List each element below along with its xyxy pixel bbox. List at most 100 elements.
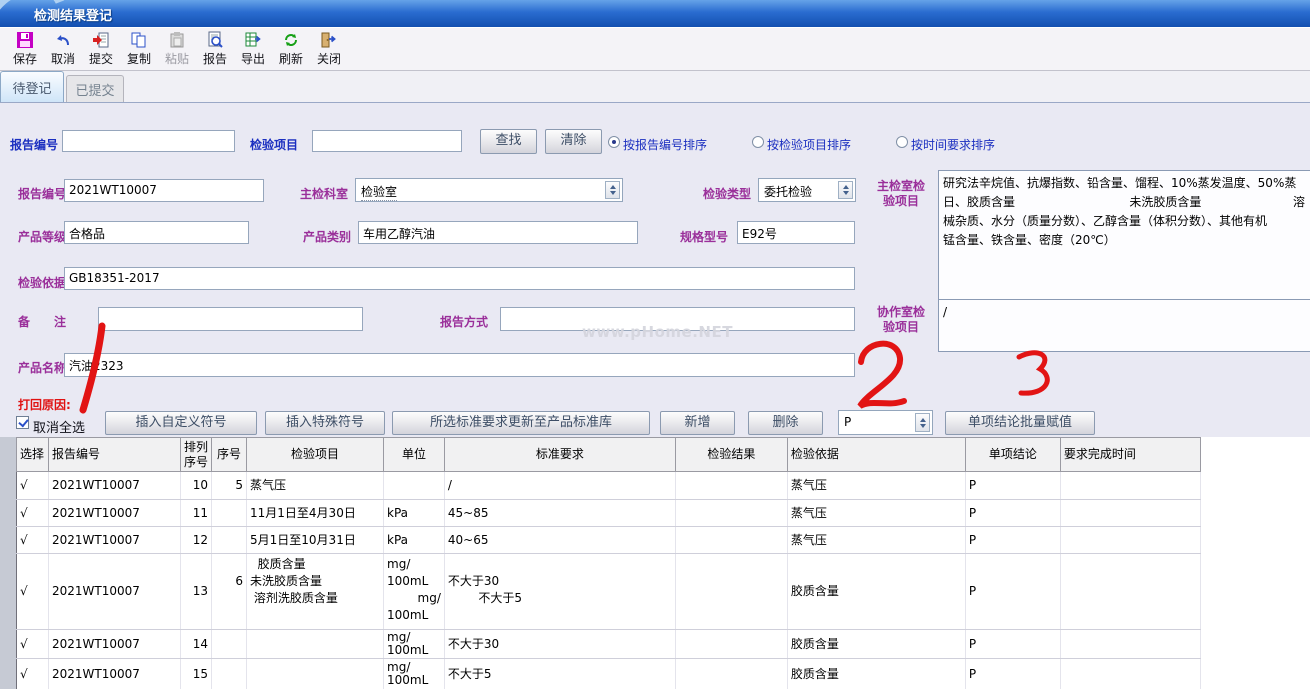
table-row[interactable]: √2021WT1000713 6 胶质含量 未洗胶质含量 溶剂洗胶质含量mg/ … [17,554,1201,630]
cell-report_no: 2021WT10007 [49,527,181,554]
spec-field[interactable]: E92号 [737,221,855,244]
table-body: √2021WT10007105蒸气压/蒸气压P√2021WT100071111月… [17,472,1201,689]
radio-sort-by-time[interactable] [896,136,908,148]
col-result[interactable]: 检验结果 [675,438,787,472]
cell-sel: √ [17,472,49,500]
search-item-label: 检验项目 [250,136,298,153]
copy-button[interactable]: 复制 [120,30,158,70]
col-requirement[interactable]: 标准要求 [444,438,675,472]
main-items-label: 主检室检 验项目 [868,179,934,209]
cell-due_time [1060,472,1200,500]
search-item-input[interactable] [312,130,462,152]
cell-unit: mg/ 100mL [384,630,445,659]
tab-submitted[interactable]: 已提交 [66,75,124,102]
col-basis[interactable]: 检验依据 [787,438,965,472]
product-name-field[interactable]: 汽油2323 [64,353,855,377]
cell-seq [212,630,247,659]
cell-due_time [1060,527,1200,554]
coop-items-label: 协作室检 验项目 [868,305,934,335]
insert-special-symbol-button[interactable]: 插入特殊符号 [265,411,385,435]
cell-sel: √ [17,500,49,527]
spec-label: 规格型号 [680,228,728,245]
delete-button[interactable]: 删除 [748,411,823,435]
col-unit[interactable]: 单位 [384,438,445,472]
export-button[interactable]: 导出 [234,30,272,70]
insp-type-label: 检验类型 [703,185,751,202]
spinner-icon[interactable] [838,181,853,199]
uncheck-all-checkbox[interactable] [16,416,29,429]
cell-unit: mg/ 100mL [384,659,445,689]
cell-report_no: 2021WT10007 [49,500,181,527]
cell-result [675,472,787,500]
radio-sort-by-report-no-label[interactable]: 按报告编号排序 [623,136,707,153]
col-order-no[interactable]: 排列 序号 [181,438,212,472]
cell-basis: 胶质含量 [787,659,965,689]
cell-result [675,630,787,659]
table-row[interactable]: √2021WT1000714mg/ 100mL不大于30胶质含量P [17,630,1201,659]
search-report-no-input[interactable] [62,130,235,152]
cell-item: 11月1日至4月30日 [247,500,384,527]
spinner-icon[interactable] [605,181,620,199]
insert-custom-symbol-button[interactable]: 插入自定义符号 [105,411,257,435]
cell-report_no: 2021WT10007 [49,659,181,689]
tab-pending[interactable]: 待登记 [0,71,64,102]
tabstrip: 待登记 已提交 [0,71,1310,103]
col-report-no[interactable]: 报告编号 [49,438,181,472]
dept-combo[interactable]: 检验室 [355,178,623,202]
cell-order_no: 10 [181,472,212,500]
close-button[interactable]: 关闭 [310,30,348,70]
col-seq[interactable]: 序号 [212,438,247,472]
clear-button[interactable]: 清除 [545,129,602,154]
refresh-button[interactable]: 刷新 [272,30,310,70]
radio-sort-by-item-label[interactable]: 按检验项目排序 [767,136,851,153]
toolbar-button-label: 关闭 [317,50,341,67]
main-items-textarea[interactable]: 研究法辛烷值、抗爆指数、铅含量、馏程、10%蒸发温度、50%蒸 日、胶质含量 未… [938,170,1310,300]
cell-requirement: 不大于30 [444,630,675,659]
batch-assign-button[interactable]: 单项结论批量赋值 [945,411,1095,435]
insp-type-combo[interactable]: 委托检验 [758,178,856,202]
col-conclusion[interactable]: 单项结论 [965,438,1060,472]
report-no-field[interactable]: 2021WT10007 [64,179,264,202]
find-button[interactable]: 查找 [480,129,537,154]
cell-due_time [1060,659,1200,689]
undo-button[interactable]: 取消 [44,30,82,70]
remark-field[interactable] [98,307,363,331]
grade-field[interactable]: 合格品 [64,221,249,244]
cell-conclusion: P [965,554,1060,630]
cell-item: 蒸气压 [247,472,384,500]
add-button[interactable]: 新增 [660,411,735,435]
table-row[interactable]: √2021WT10007125月1日至10月31日kPa40~65蒸气压P [17,527,1201,554]
spinner-icon[interactable] [915,413,930,432]
radio-sort-by-item[interactable] [752,136,764,148]
basis-field[interactable]: GB18351-2017 [64,267,855,290]
save-button[interactable]: 保存 [6,30,44,70]
cell-item [247,630,384,659]
dept-combo-value: 检验室 [361,183,397,201]
coop-items-textarea[interactable]: / [938,299,1310,352]
cell-unit [384,472,445,500]
cell-sel: √ [17,659,49,689]
submit-document-icon [92,31,110,49]
cell-order_no: 15 [181,659,212,689]
report-button[interactable]: 报告 [196,30,234,70]
report-no-label: 报告编号 [18,185,66,202]
col-due-time[interactable]: 要求完成时间 [1060,438,1200,472]
product-name-label: 产品名称 [18,359,66,376]
col-item[interactable]: 检验项目 [247,438,384,472]
col-select[interactable]: 选择 [17,438,49,472]
update-standard-button[interactable]: 所选标准要求更新至产品标准库 [392,411,650,435]
toolbar: 保存 取消 提交 复制 [0,27,1310,71]
uncheck-all-label[interactable]: 取消全选 [33,417,85,436]
table-row[interactable]: √2021WT10007105蒸气压/蒸气压P [17,472,1201,500]
batch-value-combo[interactable]: P [838,410,933,435]
radio-sort-by-time-label[interactable]: 按时间要求排序 [911,136,995,153]
batch-value-combo-value: P [844,415,851,429]
cell-conclusion: P [965,527,1060,554]
category-field[interactable]: 车用乙醇汽油 [358,221,638,244]
table-row[interactable]: √2021WT100071111月1日至4月30日kPa45~85蒸气压P [17,500,1201,527]
table-row[interactable]: √2021WT1000715mg/ 100mL不大于5胶质含量P [17,659,1201,689]
submit-button[interactable]: 提交 [82,30,120,70]
cell-item: 5月1日至10月31日 [247,527,384,554]
cell-order_no: 14 [181,630,212,659]
radio-sort-by-report-no[interactable] [608,136,620,148]
